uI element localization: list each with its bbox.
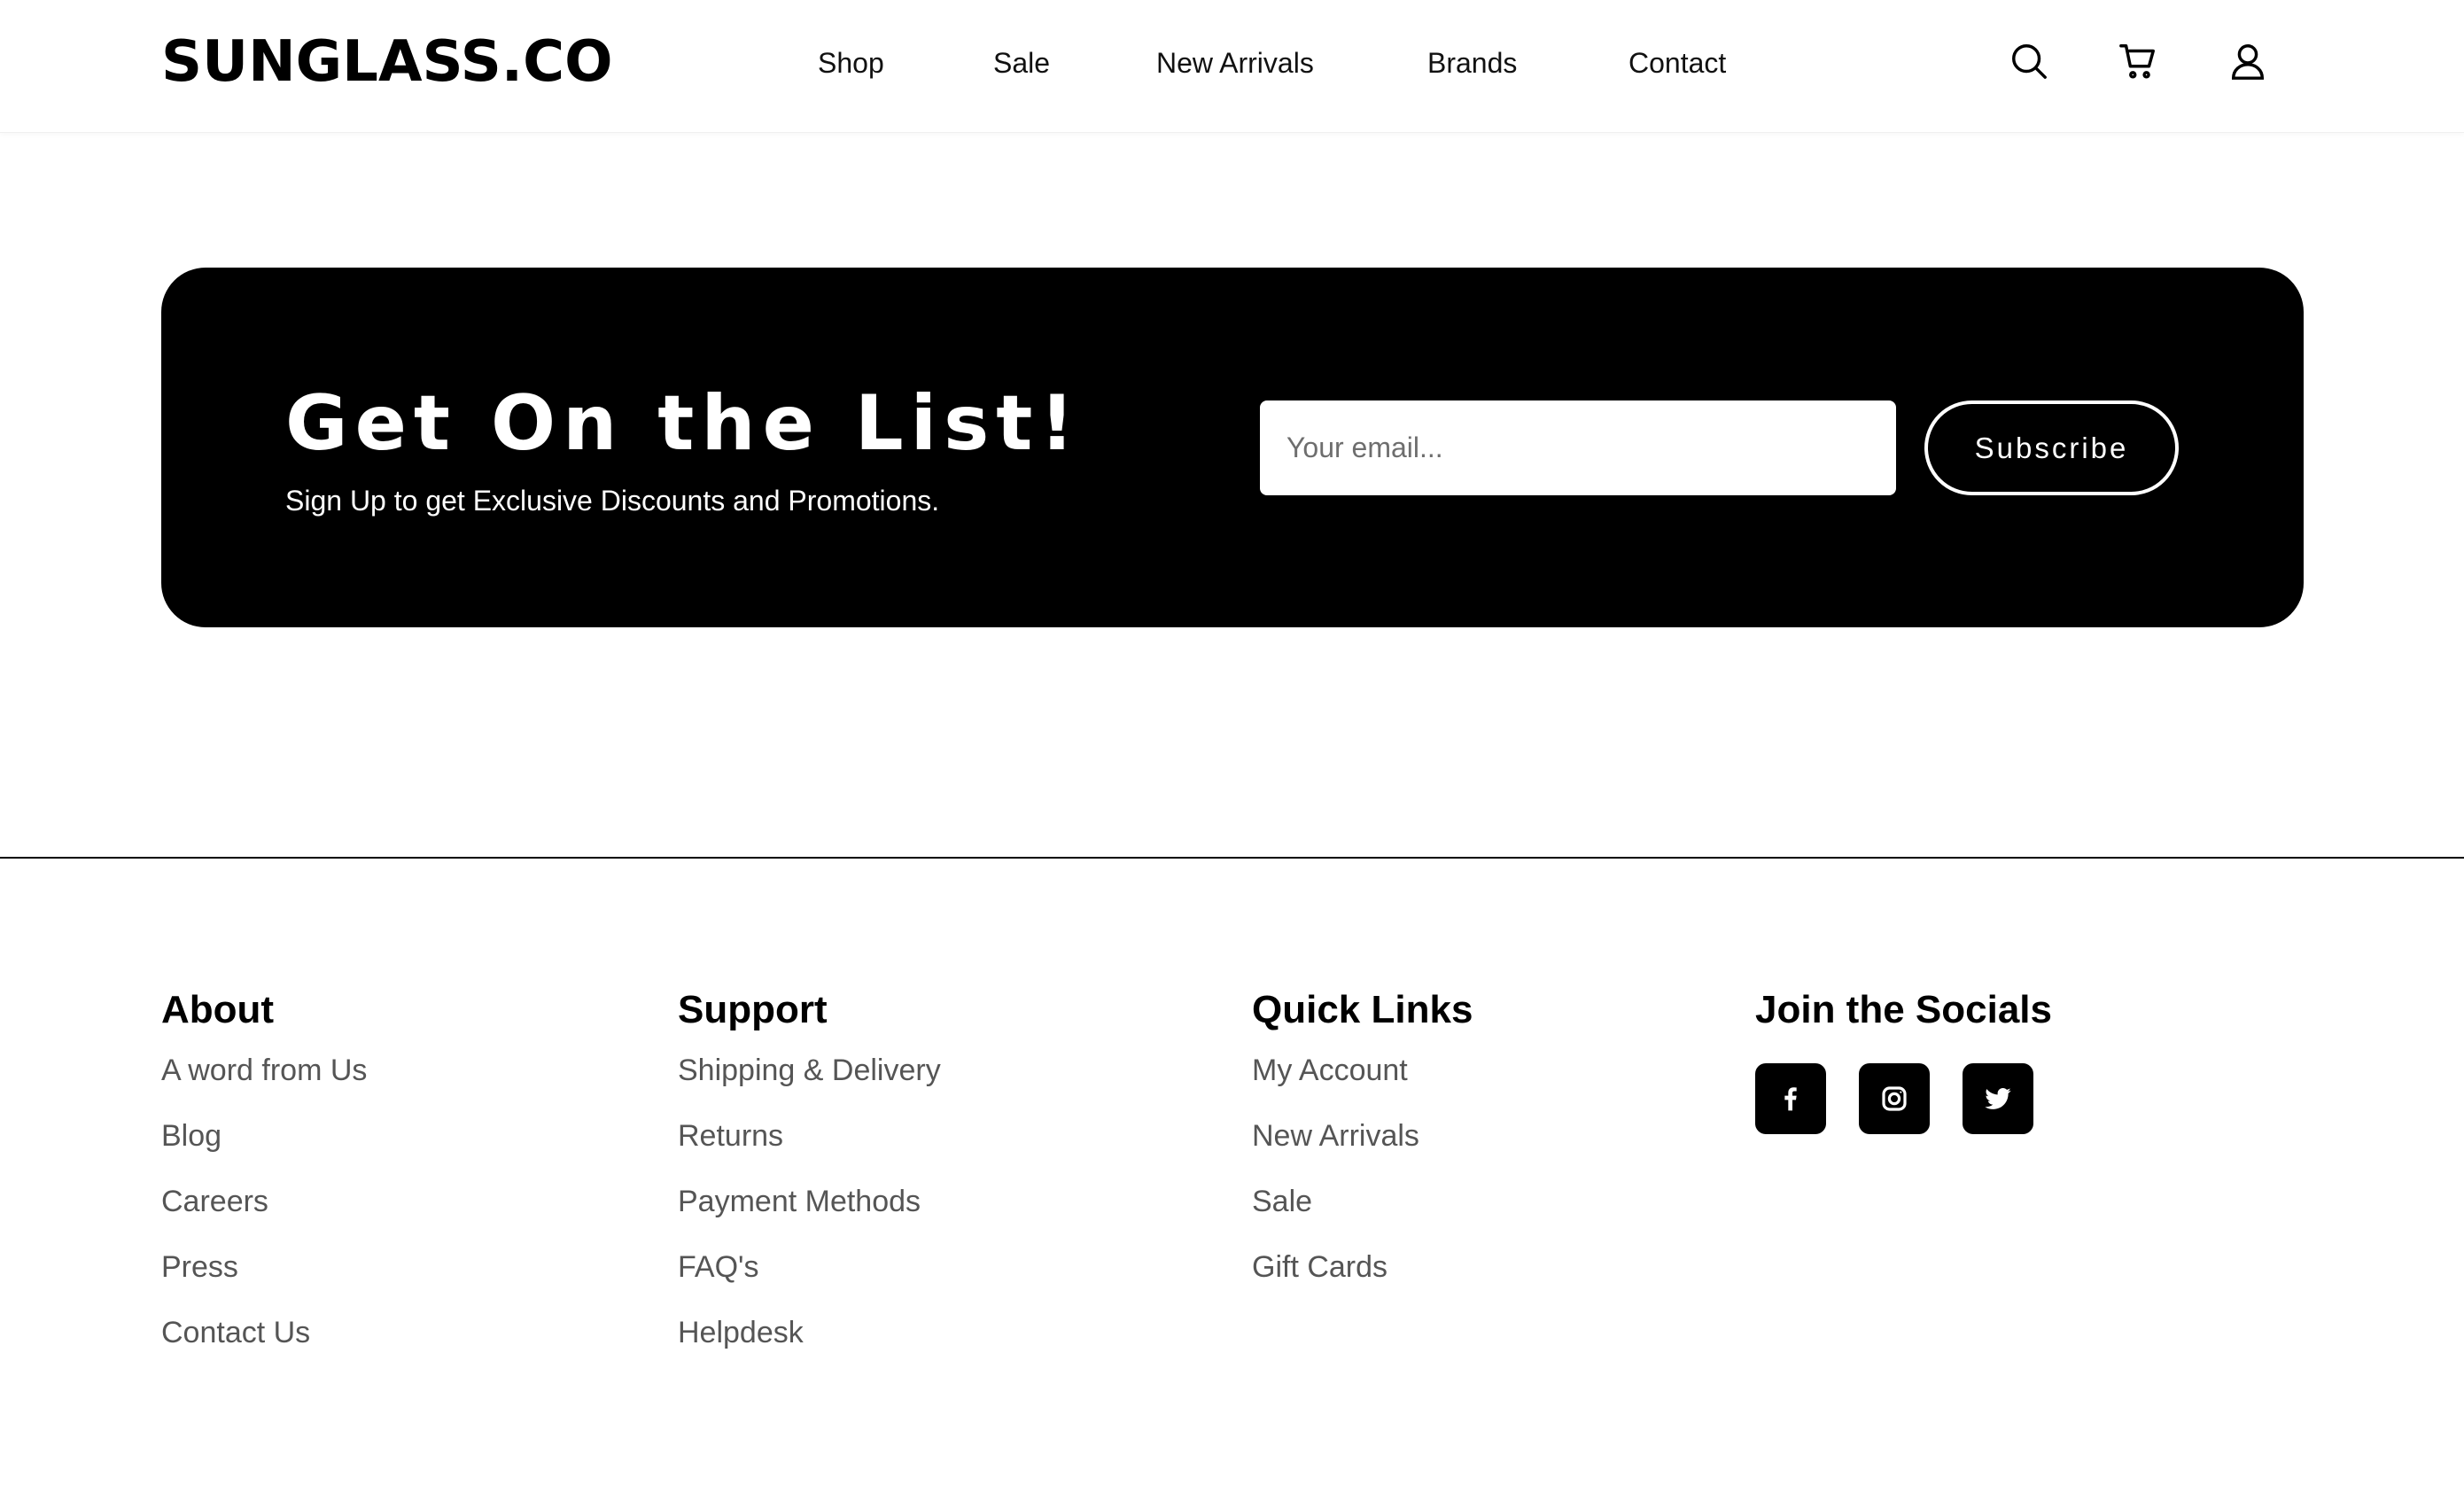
instagram-icon[interactable]: [1859, 1063, 1930, 1134]
newsletter-banner: Get On the List! Sign Up to get Exclusiv…: [161, 268, 2304, 627]
footer-link[interactable]: Payment Methods: [678, 1180, 941, 1223]
footer-link[interactable]: Sale: [1252, 1180, 1473, 1223]
footer-link[interactable]: Shipping & Delivery: [678, 1049, 941, 1092]
footer-link[interactable]: Blog: [161, 1115, 367, 1157]
footer-link[interactable]: Careers: [161, 1180, 367, 1223]
footer-link[interactable]: New Arrivals: [1252, 1115, 1473, 1157]
facebook-icon[interactable]: [1755, 1063, 1826, 1134]
footer-links-about: A word from Us Blog Careers Press Contac…: [161, 1049, 367, 1354]
footer-link[interactable]: Contact Us: [161, 1311, 367, 1354]
footer-heading-socials: Join the Socials: [1755, 988, 2052, 1031]
footer-links-quick: My Account New Arrivals Sale Gift Cards: [1252, 1049, 1473, 1288]
email-field[interactable]: [1260, 400, 1896, 495]
footer-heading-support: Support: [678, 988, 828, 1031]
footer-divider: [0, 857, 2464, 859]
newsletter-title: Get On the List!: [285, 379, 1082, 468]
nav-item-contact[interactable]: Contact: [1628, 43, 1726, 83]
footer-link[interactable]: Gift Cards: [1252, 1246, 1473, 1288]
footer-link[interactable]: Press: [161, 1246, 367, 1288]
nav-item-sale[interactable]: Sale: [993, 43, 1050, 83]
footer-link[interactable]: Returns: [678, 1115, 941, 1157]
footer-heading-about: About: [161, 988, 275, 1031]
footer-link[interactable]: A word from Us: [161, 1049, 367, 1092]
footer-link[interactable]: FAQ's: [678, 1246, 941, 1288]
site-header: SUNGLASS.CO Shop Sale New Arrivals Brand…: [0, 0, 2464, 133]
newsletter-subtitle: Sign Up to get Exclusive Discounts and P…: [285, 485, 940, 517]
footer-col-quick-links: Quick Links My Account New Arrivals Sale…: [1252, 982, 1473, 1311]
footer-col-about: About A word from Us Blog Careers Press …: [161, 982, 367, 1377]
subscribe-button[interactable]: Subscribe: [1924, 400, 2179, 495]
social-links: [1755, 1063, 2052, 1134]
twitter-icon[interactable]: [1963, 1063, 2033, 1134]
nav-item-new-arrivals[interactable]: New Arrivals: [1156, 43, 1314, 83]
footer-col-support: Support Shipping & Delivery Returns Paym…: [678, 982, 941, 1377]
nav-item-brands[interactable]: Brands: [1427, 43, 1517, 83]
footer-link[interactable]: My Account: [1252, 1049, 1473, 1092]
user-icon[interactable]: [2226, 39, 2270, 83]
nav-item-shop[interactable]: Shop: [818, 43, 884, 83]
search-icon[interactable]: [2007, 39, 2051, 83]
cart-icon[interactable]: [2116, 39, 2160, 83]
footer-heading-quick-links: Quick Links: [1252, 988, 1473, 1031]
footer-col-socials: Join the Socials: [1755, 982, 2052, 1134]
footer-link[interactable]: Helpdesk: [678, 1311, 941, 1354]
site-logo[interactable]: SUNGLASS.CO: [161, 28, 612, 96]
footer-links-support: Shipping & Delivery Returns Payment Meth…: [678, 1049, 941, 1354]
